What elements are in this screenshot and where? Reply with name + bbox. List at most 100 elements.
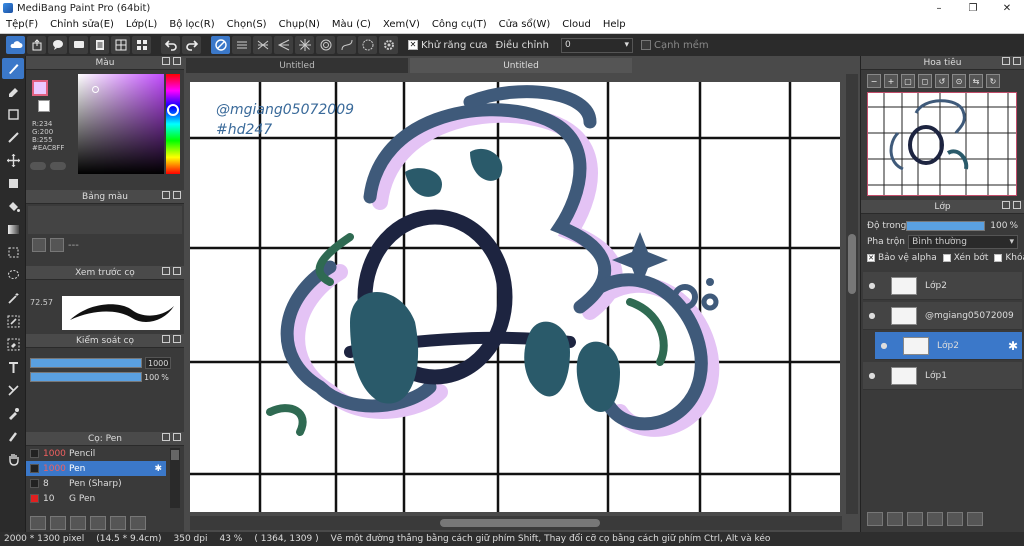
foreground-color-swatch[interactable] [32,80,48,96]
menu-file[interactable]: Tệp(F) [0,19,44,30]
magic-wand-tool[interactable] [2,288,24,309]
lock-checkbox[interactable] [994,254,1003,262]
close-icon[interactable] [1013,57,1021,65]
menu-view[interactable]: Xem(V) [377,19,426,30]
brush-folder-button[interactable] [110,516,126,530]
snap-radial-button[interactable] [295,36,314,54]
brush-size-value[interactable]: 1000 [145,357,171,369]
drawing-canvas[interactable]: @mgiang05072009 #hd247 [190,82,840,512]
float-icon[interactable] [162,267,170,275]
close-icon[interactable] [173,191,181,199]
chat-button[interactable] [69,36,88,54]
delete-swatch-button[interactable] [50,238,64,252]
add-brush-button[interactable] [30,516,46,530]
float-icon[interactable] [1002,201,1010,209]
float-icon[interactable] [1002,57,1010,65]
background-color-swatch[interactable] [38,100,50,112]
select-pen-tool[interactable] [2,311,24,332]
text-tool[interactable] [2,357,24,378]
menu-tools[interactable]: Công cụ(T) [426,19,493,30]
gear-icon[interactable]: ✱ [1008,339,1018,353]
protect-alpha-checkbox[interactable]: ✕ [867,254,875,262]
brush-opacity-value[interactable]: 100 [144,373,159,382]
close-icon[interactable] [1013,201,1021,209]
snap-circle-button[interactable] [358,36,377,54]
zoom-fit-icon[interactable]: ▢ [901,74,915,88]
menu-select[interactable]: Chọn(S) [221,19,273,30]
minimize-button[interactable]: – [922,0,956,16]
close-icon[interactable] [173,267,181,275]
snap-off-button[interactable] [211,36,230,54]
menu-help[interactable]: Help [597,19,632,30]
saturation-value-picker[interactable] [78,74,164,174]
menu-layer[interactable]: Lớp(L) [120,19,163,30]
redo-button[interactable] [182,36,201,54]
blur-tool[interactable] [2,426,24,447]
line-tool[interactable] [2,127,24,148]
tab-untitled-1[interactable]: Untitled [186,58,408,73]
materials-button[interactable] [132,36,151,54]
bucket-tool[interactable] [2,196,24,217]
horizontal-scroll-thumb[interactable] [440,519,600,527]
brush-options-button[interactable] [70,516,86,530]
brush-item[interactable]: 1000 Pen ✱ [26,461,166,476]
menu-cloud[interactable]: Cloud [556,19,597,30]
zoom-in-icon[interactable]: + [884,74,898,88]
antialias-checkbox[interactable]: ✕ [408,40,418,50]
new-layer-8bit-button[interactable] [887,512,903,526]
move-tool[interactable] [2,150,24,171]
flip-icon[interactable]: ⇆ [969,74,983,88]
menu-edit[interactable]: Chỉnh sửa(E) [44,19,120,30]
comment-button[interactable] [48,36,67,54]
brush-item[interactable]: 10 G Pen [26,491,166,506]
float-icon[interactable] [162,433,170,441]
brush-list-scrollbar[interactable] [170,448,180,508]
menu-window[interactable]: Cửa sổ(W) [493,19,557,30]
navigator-thumbnail[interactable] [867,92,1017,196]
close-icon[interactable] [173,57,181,65]
clipping-option[interactable]: Xén bớt [942,253,988,263]
snap-concentric-button[interactable] [316,36,335,54]
picker-cursor[interactable] [92,86,99,93]
snap-curve-button[interactable] [337,36,356,54]
new-layer-button[interactable] [867,512,883,526]
rectangle-tool[interactable] [2,104,24,125]
float-icon[interactable] [162,191,170,199]
hue-slider[interactable] [166,74,180,174]
clipping-checkbox[interactable] [942,254,951,262]
eye-icon[interactable]: ● [865,311,879,320]
adjust-dropdown[interactable]: 0 ▾ [560,37,633,53]
eraser-tool[interactable] [2,81,24,102]
snap-settings-button[interactable] [379,36,398,54]
palette-swatch-area[interactable] [28,206,182,234]
canvas-vertical-scrollbar[interactable] [846,74,858,514]
smooth-edge-option[interactable]: Cạnh mềm [640,40,709,51]
grid-panel-button[interactable] [111,36,130,54]
color-mode-button[interactable] [30,162,46,170]
smooth-edge-checkbox[interactable] [640,40,651,50]
snap-parallel-button[interactable] [232,36,251,54]
rotate-right-icon[interactable]: ↻ [986,74,1000,88]
new-brush-button[interactable] [50,516,66,530]
brush-duplicate-button[interactable] [90,516,106,530]
layer-opacity-slider[interactable] [906,221,986,231]
hand-tool[interactable] [2,449,24,470]
brush-copy-button[interactable] [130,516,146,530]
brush-size-slider[interactable] [30,358,142,368]
share-button[interactable] [27,36,46,54]
blend-mode-dropdown[interactable]: Bình thường ▾ [908,235,1018,249]
layer-item[interactable]: ● Lớp2 [863,272,1022,300]
menu-snap[interactable]: Chụp(N) [273,19,326,30]
document-button[interactable] [90,36,109,54]
add-swatch-button[interactable] [32,238,46,252]
cloud-button[interactable] [6,36,25,54]
eyedropper-tool[interactable] [2,403,24,424]
protect-alpha-option[interactable]: ✕ Bảo vệ alpha [867,253,937,263]
add-layer-menu-button[interactable] [927,512,943,526]
brush-item[interactable]: 8 Pen (Sharp) [26,476,166,491]
gear-icon[interactable]: ✱ [154,464,162,474]
new-layer-1bit-button[interactable] [907,512,923,526]
duplicate-layer-button[interactable] [967,512,983,526]
rotate-reset-icon[interactable]: ⊙ [952,74,966,88]
lock-option[interactable]: Khóa [994,253,1024,263]
